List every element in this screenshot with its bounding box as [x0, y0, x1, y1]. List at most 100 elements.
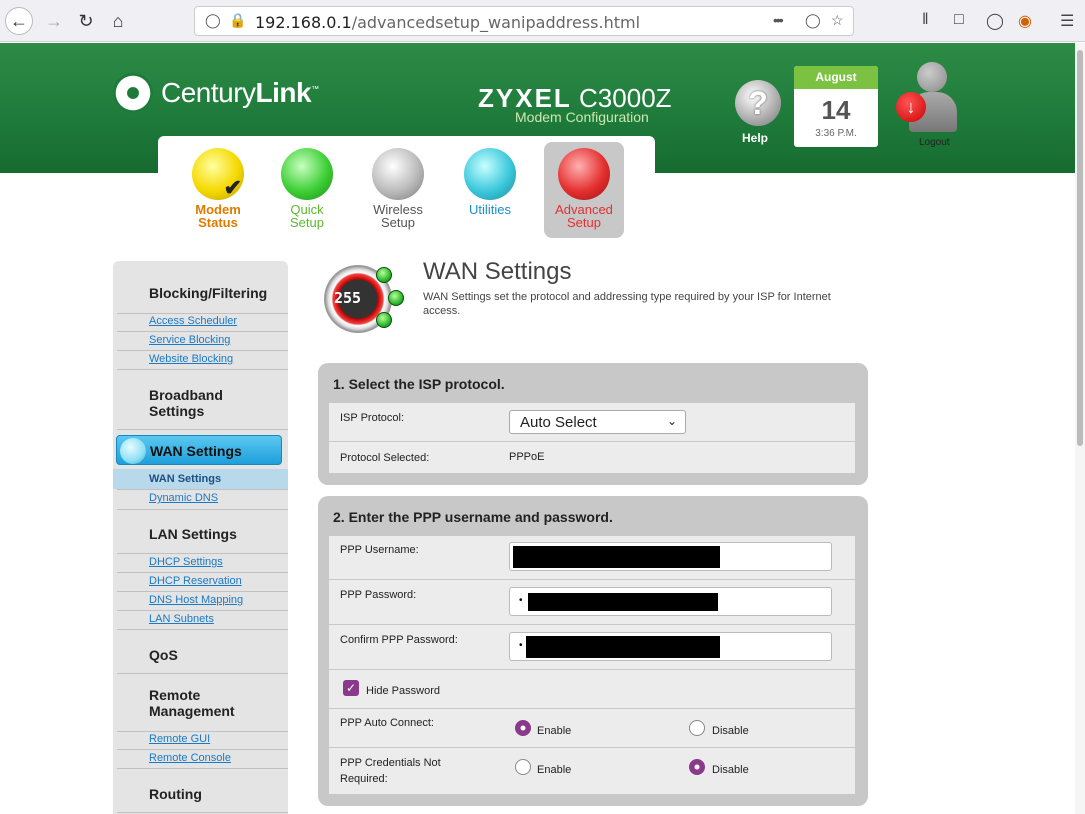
logout-arrow-icon[interactable]: ↓: [896, 92, 926, 122]
redaction-block: [513, 546, 720, 568]
sidebar-icon[interactable]: □: [954, 11, 964, 29]
advanced-setup-icon: [558, 148, 610, 200]
utilities-icon: [464, 148, 516, 200]
date-widget: August 14 3:36 P.M.: [794, 66, 878, 147]
library-icon[interactable]: ‖: [922, 11, 929, 29]
ppp-username-label: PPP Username:: [340, 544, 419, 556]
globe-icon: [120, 438, 146, 464]
help-icon[interactable]: ?: [735, 80, 781, 126]
hide-password-row: ✓ Hide Password: [329, 670, 855, 709]
ppp-credentials-panel: 2. Enter the PPP username and password. …: [318, 496, 868, 806]
date-day: 14: [821, 95, 851, 125]
pocket-icon[interactable]: ◯: [805, 12, 821, 29]
forward-arrow-icon[interactable]: →: [40, 7, 68, 35]
insecure-lock-icon[interactable]: 🔒: [229, 12, 246, 29]
page-description: WAN Settings set the protocol and addres…: [423, 291, 831, 317]
credentials-not-required-label: PPP Credentials Not Required:: [340, 757, 441, 785]
extension-icon[interactable]: ◉: [1018, 11, 1032, 31]
scrollbar-thumb[interactable]: [1077, 50, 1083, 446]
sidebar-item-remote-console[interactable]: Remote Console: [149, 752, 231, 764]
sidebar-item-dynamic-dns[interactable]: Dynamic DNS: [149, 492, 218, 504]
redaction-block: [528, 593, 718, 611]
isp-protocol-select[interactable]: Auto Select ⌄: [509, 410, 686, 434]
home-icon[interactable]: ⌂: [104, 7, 132, 35]
sidebar-item-dns-host-mapping[interactable]: DNS Host Mapping: [149, 594, 243, 606]
shield-icon[interactable]: ◯: [205, 12, 221, 29]
sidebar-head-lan[interactable]: LAN Settings: [149, 526, 237, 542]
auto-connect-disable-label[interactable]: Disable: [712, 725, 749, 737]
confirm-password-label: Confirm PPP Password:: [340, 634, 458, 646]
auto-connect-label: PPP Auto Connect:: [340, 717, 434, 729]
reload-icon[interactable]: ↻: [72, 7, 100, 35]
credentials-disable-radio[interactable]: [689, 759, 705, 775]
sidebar-item-lan-subnets[interactable]: LAN Subnets: [149, 613, 214, 625]
protocol-selected-row: Protocol Selected: PPPoE: [329, 442, 855, 473]
hide-password-label[interactable]: Hide Password: [366, 685, 440, 697]
sidebar-head-remote[interactable]: Remote Management: [149, 687, 235, 719]
sidebar-head-blocking[interactable]: Blocking/Filtering: [149, 285, 267, 301]
isp-protocol-panel: 1. Select the ISP protocol. ISP Protocol…: [318, 363, 868, 485]
ppp-password-row: PPP Password: •: [329, 580, 855, 625]
sidebar-item-dhcp-reservation[interactable]: DHCP Reservation: [149, 575, 242, 587]
centurylink-burst-icon: [113, 73, 153, 113]
tab-advanced-setup[interactable]: Advanced Setup: [544, 142, 624, 238]
bookmark-star-icon[interactable]: ☆: [831, 12, 844, 29]
sidebar-item-service-blocking[interactable]: Service Blocking: [149, 334, 230, 346]
wan-settings-icon: 255: [320, 261, 404, 337]
help-label[interactable]: Help: [742, 131, 768, 145]
sidebar-head-routing[interactable]: Routing: [149, 786, 202, 802]
main-nav-tabs: ✔ Modem Status Quick Setup Wireless Setup U…: [158, 136, 655, 238]
sidebar-item-remote-gui[interactable]: Remote GUI: [149, 733, 210, 745]
sidebar-head-broadband[interactable]: Broadband Settings: [149, 387, 223, 419]
url-text[interactable]: 192.168.0.1/advancedsetup_wanipaddress.h…: [255, 13, 640, 32]
brand-subtitle: Modem Configuration: [515, 109, 649, 125]
centurylink-logo: CenturyLink™: [113, 73, 319, 113]
ppp-password-input[interactable]: •: [509, 587, 832, 616]
back-arrow-icon[interactable]: ←: [5, 7, 33, 35]
sidebar-head-qos[interactable]: QoS: [149, 647, 178, 663]
sidebar-item-access-scheduler[interactable]: Access Scheduler: [149, 315, 237, 327]
browser-toolbar: ← → ↻ ⌂ ◯ 🔒 192.168.0.1/advancedsetup_wa…: [0, 0, 1085, 42]
tab-modem-status[interactable]: ✔ Modem Status: [178, 148, 258, 229]
credentials-enable-radio[interactable]: [515, 759, 531, 775]
page-actions-icon[interactable]: •••: [773, 12, 784, 28]
auto-connect-enable-label[interactable]: Enable: [537, 725, 571, 737]
credentials-not-required-row: PPP Credentials Not Required: Enable Disa…: [329, 748, 855, 794]
modem-status-icon: ✔: [192, 148, 244, 200]
date-time: 3:36 P.M.: [815, 128, 857, 139]
quick-setup-icon: [281, 148, 333, 200]
account-icon[interactable]: ◯: [986, 11, 1004, 31]
hide-password-checkbox[interactable]: ✓: [343, 680, 359, 696]
chevron-down-icon: ⌄: [666, 414, 677, 428]
tab-quick-setup[interactable]: Quick Setup: [267, 148, 347, 229]
isp-protocol-row: ISP Protocol: Auto Select ⌄: [329, 403, 855, 442]
credentials-disable-label[interactable]: Disable: [712, 764, 749, 776]
credentials-enable-label[interactable]: Enable: [537, 764, 571, 776]
section2-title: 2. Enter the PPP username and password.: [333, 509, 613, 525]
ppp-username-input[interactable]: [509, 542, 832, 571]
hamburger-menu-icon[interactable]: ☰: [1060, 11, 1074, 31]
sidebar-item-wan-settings[interactable]: WAN Settings: [116, 435, 282, 465]
logout-label[interactable]: Logout: [919, 137, 950, 148]
sidebar-subitem-wan-settings[interactable]: WAN Settings: [113, 469, 288, 489]
protocol-selected-value: PPPoE: [509, 451, 545, 463]
isp-protocol-label: ISP Protocol:: [340, 412, 404, 424]
wireless-setup-icon: [372, 148, 424, 200]
confirm-password-input[interactable]: •: [509, 632, 832, 661]
redaction-block: [526, 636, 720, 658]
sidebar-item-website-blocking[interactable]: Website Blocking: [149, 353, 233, 365]
url-bar[interactable]: ◯ 🔒 192.168.0.1/advancedsetup_wanipaddre…: [194, 6, 854, 36]
sidebar: Blocking/Filtering Access Scheduler Serv…: [113, 261, 288, 814]
tab-wireless-setup[interactable]: Wireless Setup: [358, 148, 438, 229]
auto-connect-disable-radio[interactable]: [689, 720, 705, 736]
ppp-password-label: PPP Password:: [340, 589, 417, 601]
confirm-password-row: Confirm PPP Password: •: [329, 625, 855, 670]
auto-connect-row: PPP Auto Connect: Enable Disable: [329, 709, 855, 748]
date-month: August: [794, 66, 878, 89]
sidebar-item-dhcp-settings[interactable]: DHCP Settings: [149, 556, 223, 568]
section1-title: 1. Select the ISP protocol.: [333, 376, 505, 392]
page-title: WAN Settings: [423, 258, 572, 285]
auto-connect-enable-radio[interactable]: [515, 720, 531, 736]
tab-utilities[interactable]: Utilities: [450, 148, 530, 216]
logout-user-icon[interactable]: ↓: [896, 62, 962, 134]
